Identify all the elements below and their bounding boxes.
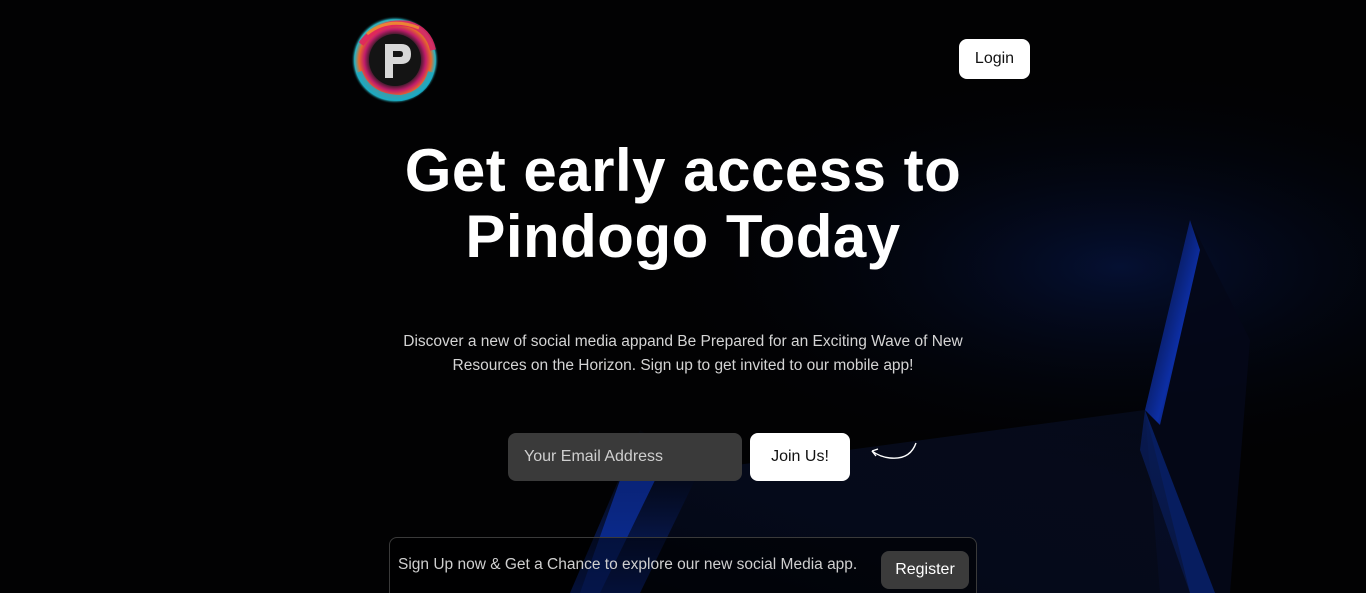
landing-page: Login Get early access to Pindogo Today … xyxy=(0,0,1366,593)
login-button[interactable]: Login xyxy=(959,39,1030,79)
curved-arrow-left-icon xyxy=(871,442,917,459)
background-geometric-art xyxy=(0,0,1366,593)
hero-headline: Get early access to Pindogo Today xyxy=(333,138,1033,270)
register-button[interactable]: Register xyxy=(881,551,969,589)
email-input[interactable] xyxy=(508,433,742,481)
hero-subtitle: Discover a new of social media appand Be… xyxy=(403,333,963,374)
join-us-button[interactable]: Join Us! xyxy=(750,433,850,481)
register-cta-box: Sign Up now & Get a Chance to explore ou… xyxy=(389,537,977,593)
pindogo-logo[interactable] xyxy=(349,14,441,106)
headline-line-2: Pindogo Today xyxy=(465,203,901,270)
headline-line-1: Get early access to xyxy=(404,137,962,204)
cta-text: Sign Up now & Get a Chance to explore ou… xyxy=(398,556,858,573)
